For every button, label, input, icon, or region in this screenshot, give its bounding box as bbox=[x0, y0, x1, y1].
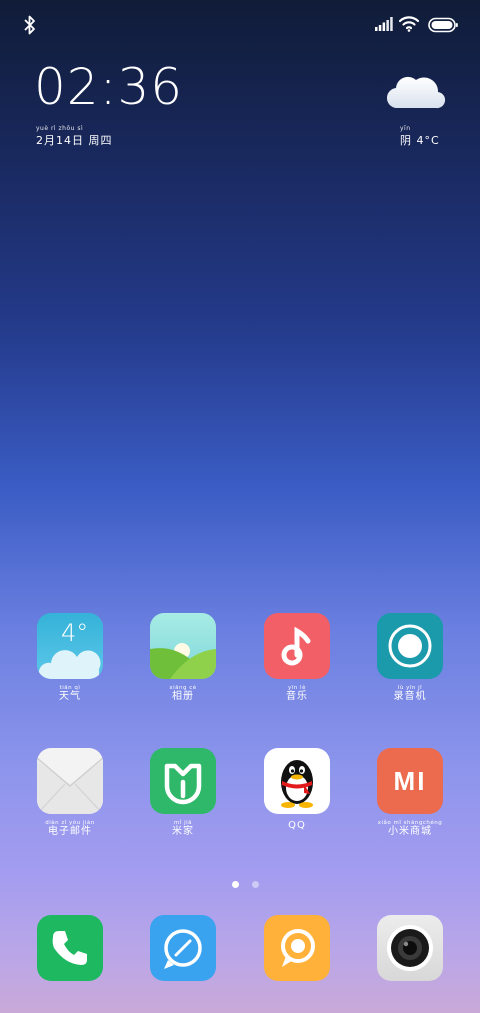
app-label: QQ bbox=[252, 820, 342, 832]
app-label: diàn zǐ yóu jiàn 电子邮件 bbox=[25, 820, 115, 838]
messages-icon[interactable] bbox=[150, 915, 216, 981]
wifi-icon bbox=[399, 16, 419, 32]
app-name: 天气 bbox=[59, 691, 81, 702]
app-label: mǐ jiā 米家 bbox=[138, 820, 228, 838]
weather-app-icon: 4° bbox=[37, 613, 103, 679]
app-name: 录音机 bbox=[393, 691, 427, 702]
app-gallery[interactable]: xiāng cè 相册 bbox=[138, 613, 228, 703]
phone-icon[interactable] bbox=[37, 915, 103, 981]
date-text: 2月14日 周四 bbox=[36, 134, 113, 147]
mi-logo: MI bbox=[393, 766, 427, 796]
app-label: xiāng cè 相册 bbox=[138, 685, 228, 703]
app-mijia[interactable]: mǐ jiā 米家 bbox=[138, 748, 228, 838]
recorder-icon bbox=[377, 613, 443, 679]
mi-store-icon: MI bbox=[377, 748, 443, 814]
music-icon bbox=[264, 613, 330, 679]
app-label: xiǎo mǐ shāngchéng 小米商城 bbox=[365, 820, 455, 838]
cloud-icon[interactable] bbox=[386, 70, 446, 112]
page-indicator[interactable] bbox=[228, 873, 263, 892]
app-label: tiān qì 天气 bbox=[25, 685, 115, 703]
gallery-icon bbox=[150, 613, 216, 679]
app-label: yīn lè 音乐 bbox=[252, 685, 342, 703]
app-name: QQ bbox=[288, 820, 306, 831]
app-name: 音乐 bbox=[286, 691, 308, 702]
bluetooth-icon bbox=[24, 15, 35, 35]
app-name: 相册 bbox=[172, 691, 194, 702]
app-name: 电子邮件 bbox=[48, 826, 92, 837]
app-name: 米家 bbox=[172, 826, 194, 837]
page-dot-active[interactable] bbox=[232, 881, 239, 888]
weather-summary[interactable]: yīn 阴 4°C bbox=[400, 126, 440, 148]
camera-icon[interactable] bbox=[377, 915, 443, 981]
app-music[interactable]: yīn lè 音乐 bbox=[252, 613, 342, 703]
app-email[interactable]: diàn zǐ yóu jiàn 电子邮件 bbox=[25, 748, 115, 838]
chat-bubble-icon[interactable] bbox=[264, 915, 330, 981]
email-icon bbox=[37, 748, 103, 814]
battery-icon bbox=[428, 17, 458, 33]
app-recorder[interactable]: lù yīn jī 录音机 bbox=[365, 613, 455, 703]
date-pinyin: yuè rì zhōu sì bbox=[36, 125, 84, 132]
app-qq[interactable]: QQ bbox=[252, 748, 342, 832]
cloud-icon bbox=[38, 650, 101, 679]
page-dot[interactable] bbox=[252, 881, 260, 888]
status-bar bbox=[0, 0, 480, 50]
app-mi-store[interactable]: MI xiǎo mǐ shāngchéng 小米商城 bbox=[365, 748, 455, 838]
mijia-icon bbox=[150, 748, 216, 814]
app-weather[interactable]: 4° tiān qì 天气 bbox=[25, 613, 115, 703]
qq-icon bbox=[264, 748, 330, 814]
signal-icon bbox=[375, 17, 393, 31]
app-label: lù yīn jī 录音机 bbox=[365, 685, 455, 703]
weather-pinyin: yīn bbox=[400, 125, 411, 132]
weather-text: 阴 4°C bbox=[400, 134, 440, 147]
weather-app-temp: 4° bbox=[61, 619, 89, 647]
clock-date[interactable]: yuè rì zhōu sì 2月14日 周四 bbox=[36, 126, 113, 148]
clock-time[interactable]: 02:36 bbox=[34, 62, 183, 112]
app-name: 小米商城 bbox=[388, 826, 432, 837]
